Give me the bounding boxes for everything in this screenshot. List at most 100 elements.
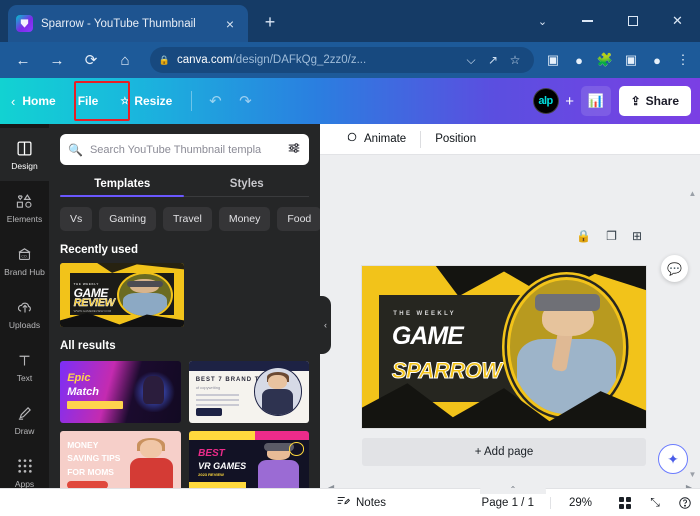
sidebar-icon[interactable]: ▣	[618, 47, 644, 73]
sidebar-item-design[interactable]: Design	[0, 128, 49, 181]
redo-icon[interactable]: ↷	[230, 86, 260, 116]
status-bar: Notes Page 1 / 1 29% ⤡	[0, 488, 700, 516]
browser-tab-strip: Sparrow - YouTube Thumbnail × + ⌄ ✕	[0, 0, 700, 42]
sidebar-item-label: Apps	[14, 478, 35, 489]
forward-icon[interactable]: →	[42, 45, 72, 75]
design-canvas[interactable]: THE WEEKLY GAME SPARROW Alphr.com	[362, 266, 646, 428]
sidebar-item-label: Draw	[14, 425, 35, 436]
minimize-button[interactable]	[565, 0, 610, 42]
file-menu-button[interactable]: File	[67, 85, 110, 117]
page-indicator[interactable]: Page 1 / 1	[466, 496, 551, 509]
add-page-icon[interactable]: ⊞	[632, 229, 642, 243]
screenshot-extension-icon[interactable]: ▣	[540, 47, 566, 73]
template-card-vr-games[interactable]: BEST VR GAMES 2023 REVIEW	[188, 431, 309, 493]
tab-search-chevron-icon[interactable]: ⌄	[520, 0, 565, 42]
profile-avatar[interactable]: ●	[644, 47, 670, 73]
thumbnail-line2: SAVING TIPS	[67, 453, 121, 464]
lock-icon[interactable]: 🔒	[576, 229, 591, 243]
sidebar-item-uploads[interactable]: Uploads	[0, 287, 49, 340]
chip-travel[interactable]: Travel	[163, 207, 212, 231]
category-chips: Vs Gaming Travel Money Food ›	[49, 197, 320, 231]
home-icon[interactable]: ⌂	[110, 45, 140, 75]
add-comment-icon[interactable]: 💬	[661, 255, 688, 282]
canvas-stage[interactable]: 🔒 ❐ ⊞ 💬 THE WEEKLY GAME SPARROW Alphr.co…	[320, 155, 700, 516]
lock-icon: 🔒	[158, 54, 171, 65]
scroll-up-icon[interactable]: ▲	[689, 189, 697, 198]
magic-sparkle-icon[interactable]: ✦	[658, 444, 688, 474]
search-area: 🔍	[49, 124, 320, 165]
template-card-money-saving[interactable]: MONEY SAVING TIPS FOR MOMS	[60, 431, 181, 493]
template-thumbnail: THE WEEKLY GAME REVIEW WWW.GAMEREVIEW.CO…	[60, 263, 184, 327]
share-label: Share	[645, 94, 679, 108]
filter-icon[interactable]	[283, 141, 301, 158]
chevron-left-icon: ‹	[11, 93, 16, 109]
chip-money[interactable]: Money	[218, 207, 271, 231]
account-avatar[interactable]: alp	[532, 88, 559, 114]
back-icon[interactable]: ←	[8, 45, 38, 75]
canva-top-bar-right: alp + 📊 ⇪ Share	[532, 86, 700, 116]
reload-icon[interactable]: ⟳	[76, 45, 106, 75]
page-tab-handle[interactable]: ⌃	[480, 482, 546, 494]
fullscreen-icon[interactable]: ⤡	[640, 492, 670, 514]
duplicate-icon[interactable]: ❐	[606, 229, 617, 243]
template-card-game-review[interactable]: THE WEEKLY GAME REVIEW WWW.GAMEREVIEW.CO…	[60, 263, 184, 327]
zoom-level[interactable]: 29%	[551, 497, 610, 509]
notes-button[interactable]: Notes	[0, 494, 386, 511]
search-box[interactable]: 🔍	[60, 134, 309, 165]
resize-button[interactable]: ☆ Resize	[109, 85, 183, 117]
browser-menu-icon[interactable]: ⋮	[670, 47, 696, 73]
sidebar-item-text[interactable]: Text	[0, 340, 49, 393]
browser-tab-title: Sparrow - YouTube Thumbnail	[41, 17, 196, 30]
sidebar-item-label: Text	[16, 372, 33, 383]
share-icon[interactable]: ↗	[482, 53, 504, 67]
grid-view-icon[interactable]	[610, 492, 640, 514]
template-card-epic-match[interactable]: Epic Match	[60, 361, 181, 423]
thumbnail-line3: 2023 REVIEW	[198, 471, 224, 477]
new-tab-button[interactable]: +	[258, 11, 282, 35]
chip-vs[interactable]: Vs	[60, 207, 93, 231]
share-button[interactable]: ⇪ Share	[618, 86, 691, 116]
animate-button[interactable]: Animate	[334, 127, 417, 151]
undo-icon[interactable]: ↶	[200, 86, 230, 116]
sidebar-item-brand-hub[interactable]: CO. Brand Hub	[0, 234, 49, 287]
search-input[interactable]	[89, 143, 283, 156]
browser-tab[interactable]: Sparrow - YouTube Thumbnail ×	[8, 5, 248, 42]
close-tab-icon[interactable]: ×	[220, 14, 240, 34]
thumbnail-line1: BEST	[198, 448, 225, 460]
browser-nav-bar: ← → ⟳ ⌂ 🔒 canva.com/design/DAFkQg_2zz0/z…	[0, 42, 700, 78]
template-thumbnail: MONEY SAVING TIPS FOR MOMS	[60, 431, 181, 493]
sidebar-item-elements[interactable]: Elements	[0, 181, 49, 234]
thumbnail-portrait	[117, 271, 173, 319]
maximize-button[interactable]	[610, 0, 655, 42]
canva-favicon-icon	[16, 15, 33, 32]
apps-icon	[17, 457, 33, 476]
template-results-grid: Epic Match BEST 7 BRAND TRICKS of copywr…	[49, 359, 320, 503]
panel-tabs: Templates Styles	[49, 178, 320, 197]
close-window-button[interactable]: ✕	[655, 0, 700, 42]
add-member-button[interactable]: +	[559, 93, 581, 110]
scroll-down-icon[interactable]: ▼	[689, 470, 697, 479]
puzzle-extension-icon[interactable]: 🧩	[592, 47, 618, 73]
elements-icon	[15, 192, 34, 211]
star-icon[interactable]: ☆	[504, 53, 526, 67]
sidebar-item-draw[interactable]: Draw	[0, 393, 49, 446]
help-icon[interactable]	[670, 492, 700, 514]
chip-gaming[interactable]: Gaming	[99, 207, 157, 231]
design-title-line2: SPARROW	[391, 357, 502, 383]
chip-food[interactable]: Food	[277, 207, 320, 231]
template-card-brand-tricks[interactable]: BEST 7 BRAND TRICKS of copywriting	[188, 361, 309, 423]
color-extension-icon[interactable]: ●	[566, 47, 592, 73]
thumbnail-line3: FOR MOMS	[67, 466, 114, 477]
tab-active-underline	[60, 195, 184, 197]
position-button[interactable]: Position	[424, 127, 487, 151]
address-bar[interactable]: 🔒 canva.com/design/DAFkQg_2zz0/z... ⌵ ↗ …	[150, 47, 534, 73]
home-button[interactable]: ‹ Home	[0, 85, 67, 117]
collapse-panel-handle[interactable]: ‹	[320, 296, 331, 354]
tab-styles[interactable]: Styles	[185, 178, 310, 197]
zoom-out-icon[interactable]: ⌵	[460, 53, 482, 68]
add-page-button[interactable]: + Add page	[362, 438, 646, 466]
animate-label: Animate	[364, 133, 407, 145]
vertical-scrollbar[interactable]: ▲ ▼	[688, 189, 697, 479]
insights-icon[interactable]: 📊	[580, 86, 611, 116]
brand-hub-icon: CO.	[16, 245, 33, 264]
